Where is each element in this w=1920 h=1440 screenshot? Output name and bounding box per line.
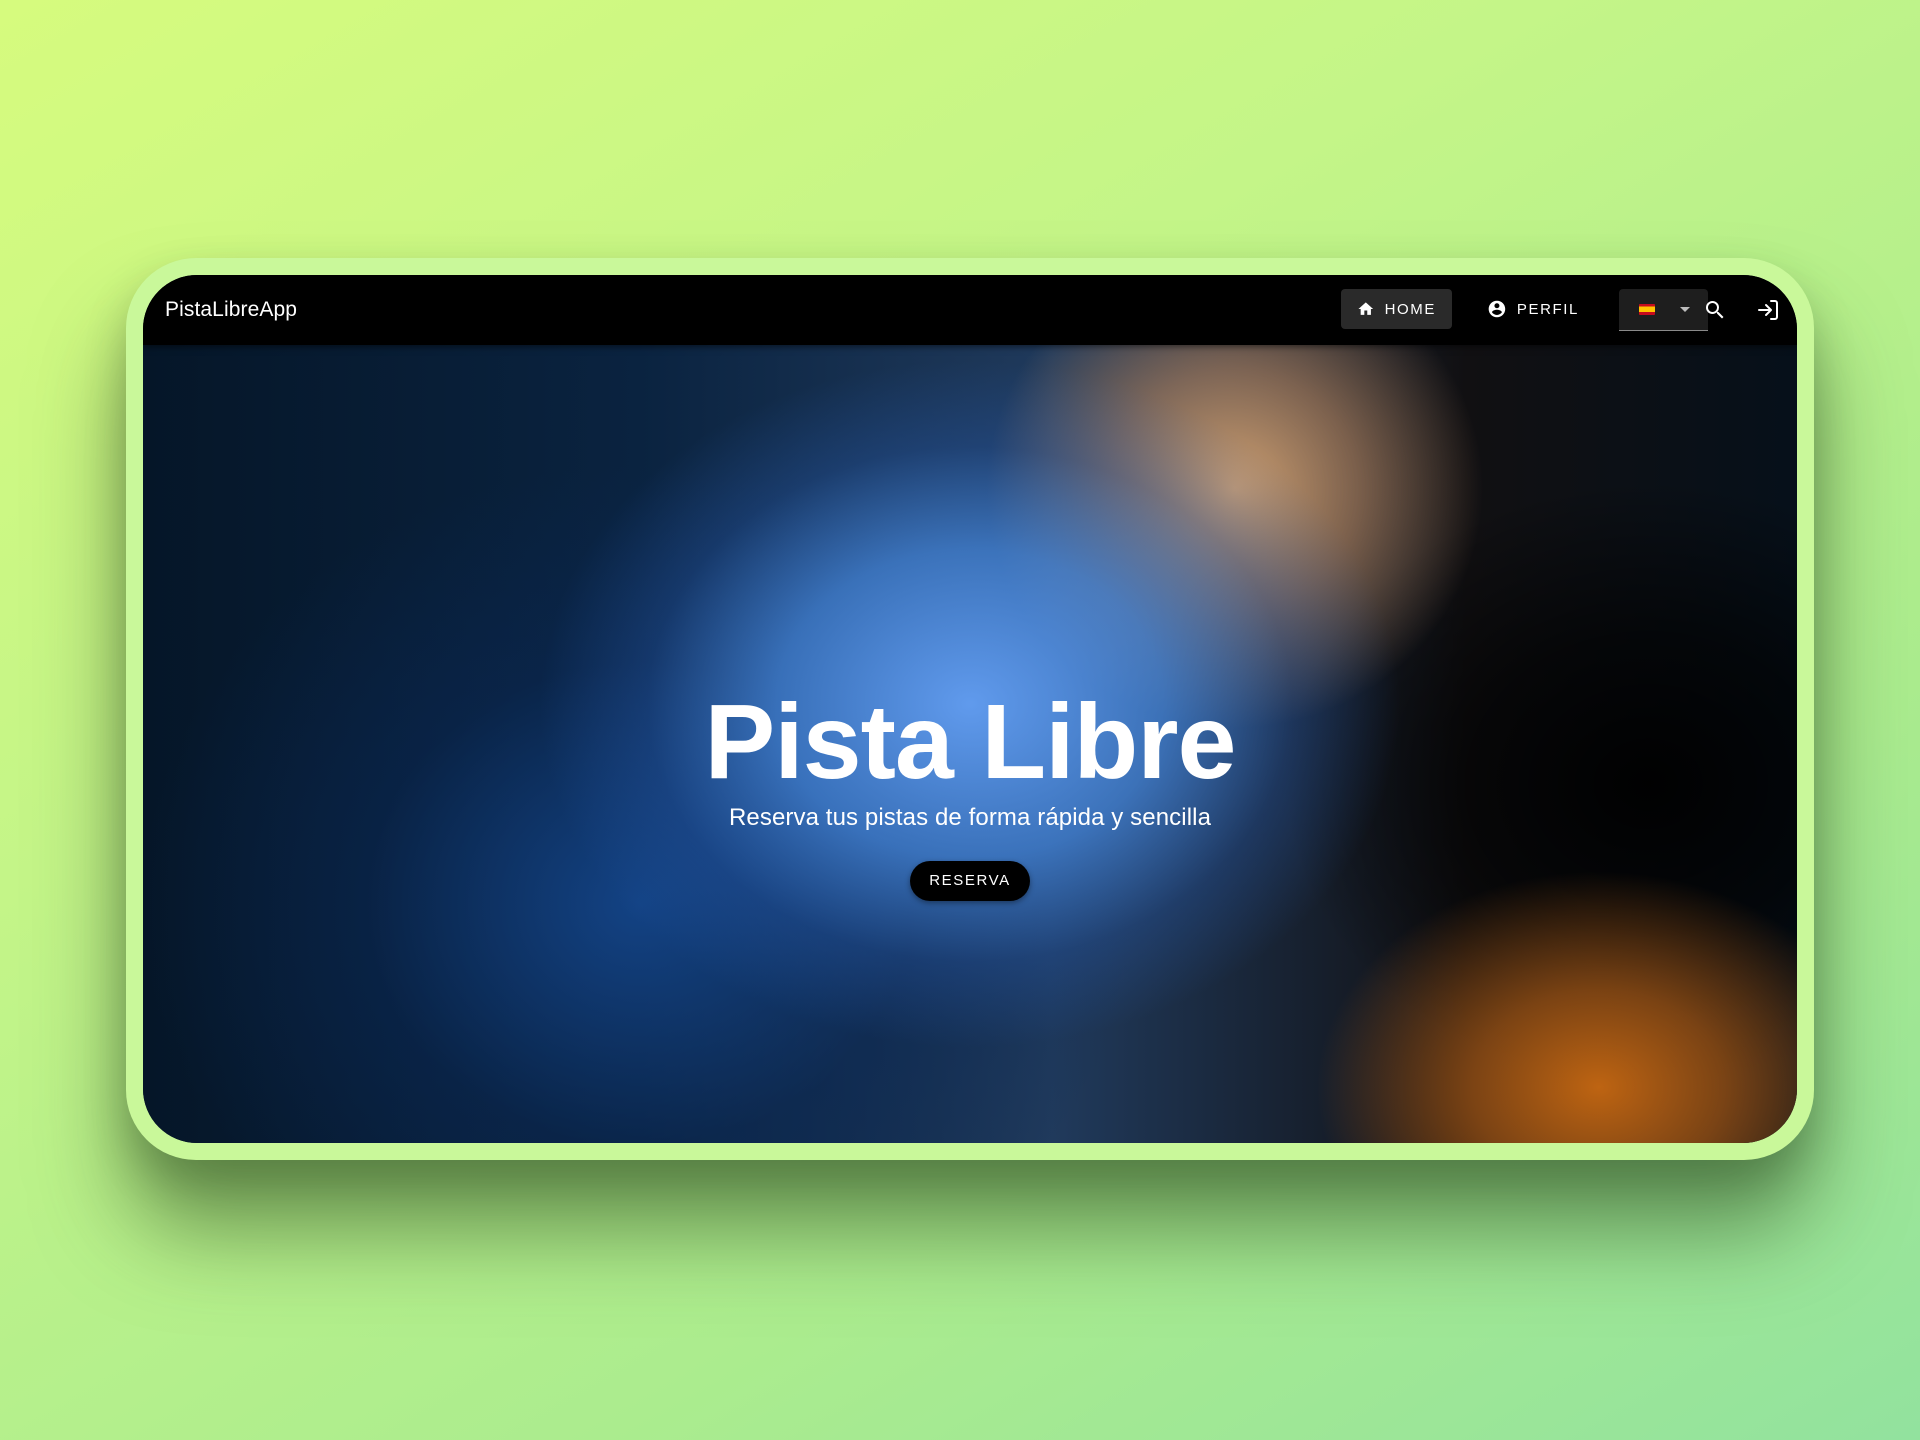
language-select[interactable]: [1619, 289, 1708, 331]
perfil-nav-button[interactable]: PERFIL: [1471, 289, 1595, 329]
es-flag-icon: [1639, 304, 1655, 315]
search-icon: [1706, 301, 1724, 319]
hero-title: Pista Libre: [704, 683, 1237, 801]
hero-content: Pista Libre Reserva tus pistas de forma …: [143, 689, 1797, 901]
login-button[interactable]: [1752, 294, 1784, 326]
search-button[interactable]: [1699, 294, 1731, 326]
app-brand[interactable]: PistaLibreApp: [165, 275, 297, 345]
account-circle-icon: [1488, 300, 1506, 318]
app-screen: PistaLibreApp HOME PERFIL Pista Libre Re…: [143, 275, 1797, 1143]
caret-down-icon: [1680, 307, 1690, 312]
reserva-button[interactable]: RESERVA: [910, 861, 1030, 901]
top-navbar: PistaLibreApp HOME PERFIL: [143, 275, 1797, 345]
login-icon: [1758, 300, 1778, 320]
home-nav-label: HOME: [1384, 300, 1436, 318]
home-nav-button[interactable]: HOME: [1341, 289, 1452, 329]
home-icon: [1358, 302, 1374, 315]
hero-section: Pista Libre Reserva tus pistas de forma …: [143, 345, 1797, 1143]
device-frame: PistaLibreApp HOME PERFIL Pista Libre Re…: [126, 258, 1814, 1160]
hero-subtitle: Reserva tus pistas de forma rápida y sen…: [728, 804, 1212, 831]
perfil-nav-label: PERFIL: [1516, 300, 1579, 318]
